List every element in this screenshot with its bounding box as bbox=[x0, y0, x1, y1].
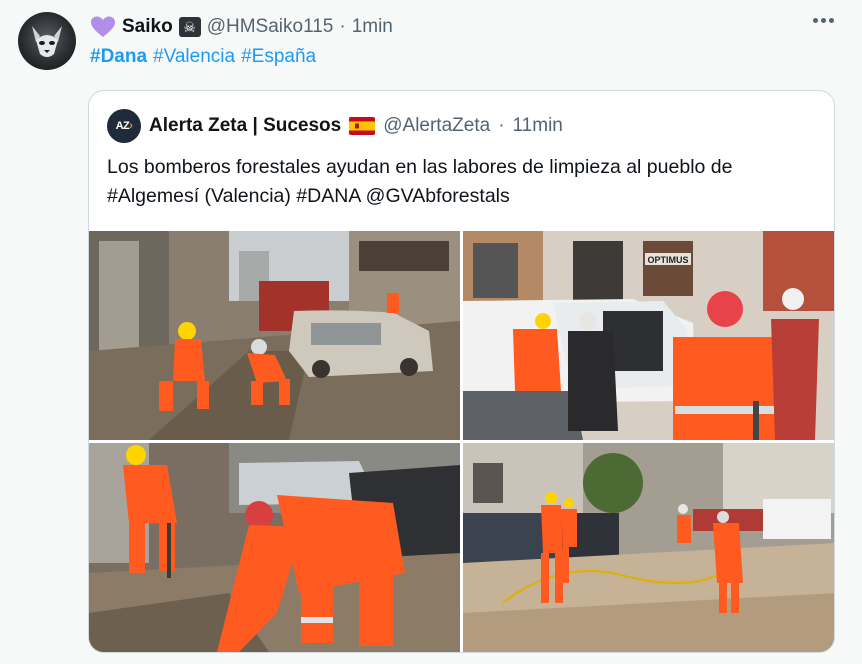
separator-dot: · bbox=[339, 16, 346, 37]
photo-street-cleanup[interactable] bbox=[89, 231, 460, 440]
photo-hosing-street[interactable] bbox=[463, 443, 834, 652]
quoted-header: AZ › Alerta Zeta | Sucesos @AlertaZeta · … bbox=[107, 109, 563, 143]
avatar[interactable] bbox=[18, 12, 76, 70]
purple-heart-icon bbox=[90, 16, 116, 38]
spain-flag-icon bbox=[349, 117, 376, 135]
quoted-time[interactable]: 11min bbox=[513, 115, 563, 137]
more-options-icon[interactable] bbox=[813, 18, 834, 23]
hashtag-dana[interactable]: #Dana bbox=[90, 46, 147, 68]
hashtag-valencia[interactable]: #Valencia bbox=[153, 46, 235, 68]
quoted-avatar[interactable]: AZ › bbox=[107, 109, 141, 143]
quoted-text: Los bomberos forestales ayudan en las la… bbox=[107, 153, 827, 211]
quoted-post[interactable]: AZ › Alerta Zeta | Sucesos @AlertaZeta · … bbox=[88, 90, 835, 653]
quoted-text-line-1: Los bomberos forestales ayudan en las la… bbox=[107, 156, 733, 178]
quoted-separator: · bbox=[498, 115, 505, 136]
post-time[interactable]: 1min bbox=[352, 16, 393, 38]
quoted-author-name[interactable]: Alerta Zeta | Sucesos bbox=[149, 115, 341, 137]
photo-shoveling-mud[interactable] bbox=[89, 443, 460, 652]
photo-rescue-car[interactable]: OPTIMUS bbox=[463, 231, 834, 440]
post-hashtags: #Dana #Valencia #España bbox=[90, 46, 316, 68]
quoted-text-line-2: #Algemesí (Valencia) #DANA @GVAbforestal… bbox=[107, 185, 510, 207]
post-header: Saiko ☠ @HMSaiko115 · 1min bbox=[90, 14, 393, 40]
wolf-avatar-icon bbox=[32, 26, 62, 57]
hashtag-espana[interactable]: #España bbox=[241, 46, 316, 68]
media-grid: OPTIMUS bbox=[89, 231, 834, 652]
author-handle[interactable]: @HMSaiko115 bbox=[207, 16, 334, 38]
author-name[interactable]: Saiko bbox=[122, 16, 173, 38]
quoted-avatar-text: AZ bbox=[115, 120, 130, 132]
tweet-card[interactable]: Saiko ☠ @HMSaiko115 · 1min #Dana #Valenc… bbox=[0, 0, 862, 664]
skull-crossbones-icon: ☠ bbox=[178, 17, 201, 37]
optimus-sign: OPTIMUS bbox=[647, 255, 688, 265]
quoted-handle[interactable]: @AlertaZeta bbox=[383, 115, 490, 137]
